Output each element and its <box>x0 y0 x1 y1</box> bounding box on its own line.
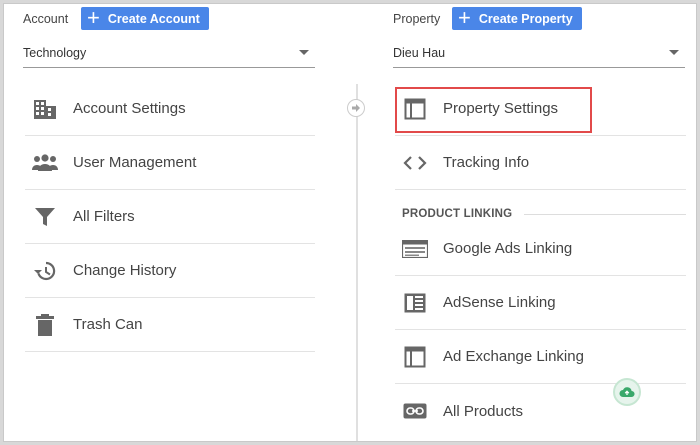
user-management-item[interactable]: User Management <box>25 136 315 190</box>
plus-icon: + <box>458 4 471 30</box>
change-history-item[interactable]: Change History <box>25 244 315 298</box>
window-icon <box>402 96 428 122</box>
ad-exchange-linking-item[interactable]: Ad Exchange Linking <box>395 330 686 384</box>
account-settings-item[interactable]: Account Settings <box>25 82 315 136</box>
cloud-upload-icon[interactable] <box>613 378 641 406</box>
adsense-linking-item[interactable]: AdSense Linking <box>395 276 686 330</box>
product-linking-heading: PRODUCT LINKING <box>402 208 513 220</box>
account-label: Account <box>23 12 69 26</box>
adsense-icon <box>402 290 428 316</box>
all-filters-item[interactable]: All Filters <box>25 190 315 244</box>
property-settings-label: Property Settings <box>443 100 559 117</box>
column-divider <box>356 84 358 441</box>
chevron-down-icon <box>669 50 679 55</box>
property-settings-item[interactable]: Property Settings <box>395 82 686 136</box>
google-ads-linking-label: Google Ads Linking <box>443 240 573 257</box>
ads-icon <box>402 236 428 262</box>
users-icon <box>32 150 58 176</box>
create-account-label: Create Account <box>107 11 200 26</box>
all-filters-label: All Filters <box>73 208 135 225</box>
arrow-right-icon <box>347 99 365 117</box>
property-selector[interactable]: Dieu Hau <box>393 38 685 68</box>
trash-icon <box>32 312 58 338</box>
tracking-info-item[interactable]: Tracking Info <box>395 136 686 190</box>
change-history-label: Change History <box>73 262 177 279</box>
account-selected-value: Technology <box>23 46 87 60</box>
account-selector[interactable]: Technology <box>23 38 315 68</box>
account-settings-label: Account Settings <box>73 100 186 117</box>
admin-panel: Account + Create Account Technology Acco… <box>3 3 697 442</box>
chevron-down-icon <box>299 50 309 55</box>
property-label: Property <box>393 12 441 26</box>
filter-icon <box>32 204 58 230</box>
create-account-button[interactable]: + Create Account <box>81 4 209 30</box>
create-property-button[interactable]: + Create Property <box>452 4 582 30</box>
all-products-label: All Products <box>443 402 524 420</box>
link-icon <box>402 398 428 424</box>
building-icon <box>32 96 58 122</box>
trash-can-label: Trash Can <box>73 316 143 333</box>
create-property-label: Create Property <box>478 11 573 26</box>
property-selected-value: Dieu Hau <box>393 46 446 60</box>
tracking-info-label: Tracking Info <box>443 154 530 171</box>
code-icon <box>402 150 428 176</box>
window-icon <box>402 344 428 370</box>
history-icon <box>32 258 58 284</box>
user-management-label: User Management <box>73 154 197 171</box>
ad-exchange-linking-label: Ad Exchange Linking <box>443 348 584 365</box>
plus-icon: + <box>87 4 100 30</box>
trash-can-item[interactable]: Trash Can <box>25 298 315 352</box>
adsense-linking-label: AdSense Linking <box>443 294 556 311</box>
all-products-item[interactable]: All Products <box>395 384 686 438</box>
google-ads-linking-item[interactable]: Google Ads Linking <box>395 222 686 276</box>
section-divider <box>524 214 686 215</box>
